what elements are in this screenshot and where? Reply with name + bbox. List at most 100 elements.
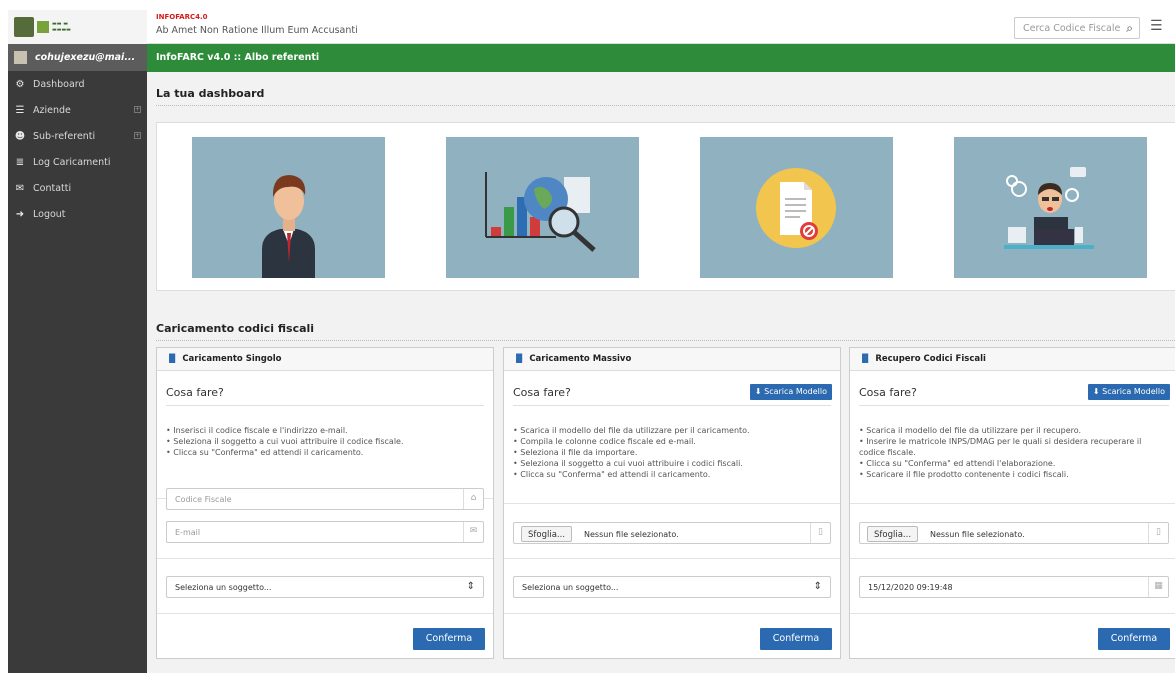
- tile-referente[interactable]: [192, 137, 385, 278]
- sidebar-item-logout[interactable]: ➜ Logout: [8, 201, 147, 227]
- tile-analytics[interactable]: [446, 137, 639, 278]
- download-template-button[interactable]: ⬇ Scarica Modello: [749, 384, 832, 400]
- tile-support[interactable]: [954, 137, 1147, 278]
- instructions-list: Scarica il modello del file da utilizzar…: [513, 425, 831, 480]
- date-value: 15/12/2020 09:19:48: [868, 583, 953, 592]
- file-input[interactable]: Sfoglia... Nessun file selezionato. ▯: [859, 522, 1169, 544]
- app-code: INFOFARC4.0: [156, 13, 208, 21]
- app-logo[interactable]: ▬▬ ▬ ▬▬▬▬: [8, 10, 147, 44]
- sidebar-item-dashboard[interactable]: ⚙ Dashboard: [8, 71, 147, 97]
- email-placeholder: E-mail: [175, 528, 201, 537]
- date-field[interactable]: 15/12/2020 09:19:48 ▦: [859, 576, 1169, 598]
- sidebar: ▬▬ ▬ ▬▬▬▬ cohujexezu@mai... ⚙ Dashboard ☰…: [8, 10, 147, 673]
- analytics-icon: [485, 172, 596, 252]
- file-input[interactable]: Sfoglia... Nessun file selezionato. ▯: [513, 522, 831, 544]
- codice-fiscale-field[interactable]: Codice Fiscale ⌂: [166, 488, 484, 510]
- menu-icon[interactable]: ☰: [1150, 18, 1163, 34]
- card-title: Caricamento Massivo: [529, 354, 632, 364]
- select-arrow-icon: ⇕: [813, 581, 822, 592]
- calendar-icon[interactable]: ▦: [1148, 577, 1168, 597]
- users-icon: ☻: [14, 130, 26, 142]
- card-header: ▐▌ Caricamento Singolo: [157, 348, 493, 371]
- sidebar-item-label: Aziende: [33, 104, 71, 116]
- card-recupero-codici-fiscali: ▐▌ Recupero Codici Fiscali Cosa fare? ⬇ S…: [849, 347, 1175, 659]
- sidebar-item-contatti[interactable]: ✉ Contatti: [8, 175, 147, 201]
- file-icon: ▯: [810, 523, 830, 543]
- card-subtitle: Cosa fare?: [513, 386, 571, 399]
- divider: [156, 105, 1175, 106]
- download-icon: ⬇: [1092, 387, 1103, 396]
- avatar: [14, 51, 27, 64]
- sidebar-item-sub-referenti[interactable]: ☻ Sub-referenti +: [8, 123, 147, 149]
- divider: [859, 405, 1169, 406]
- logo-lettering: ▬▬ ▬ ▬▬▬▬: [52, 21, 71, 33]
- search-icon[interactable]: ⌕: [1126, 21, 1133, 36]
- divider: [850, 558, 1175, 559]
- card-header: ▐▌ Recupero Codici Fiscali: [850, 348, 1175, 371]
- sidebar-item-label: Logout: [33, 208, 66, 220]
- download-template-button[interactable]: ⬇ Scarica Modello: [1087, 384, 1170, 400]
- soggetto-select[interactable]: Seleziona un soggetto... ⇕: [513, 576, 831, 598]
- envelope-icon: ✉: [15, 182, 25, 194]
- list-item: Compila le colonne codice fiscale ed e-m…: [513, 436, 831, 447]
- card-title: Recupero Codici Fiscali: [875, 354, 986, 364]
- user-profile[interactable]: cohujexezu@mai...: [8, 44, 147, 71]
- browse-button[interactable]: Sfoglia...: [521, 526, 573, 542]
- tile-documents[interactable]: [700, 137, 893, 278]
- confirm-button[interactable]: Conferma: [760, 628, 832, 650]
- list-icon: ☰: [15, 104, 25, 116]
- search-placeholder: Cerca Codice Fiscale: [1023, 23, 1121, 34]
- sidebar-item-label: Contatti: [33, 182, 72, 194]
- instructions-list: Inserisci il codice fiscale e l'indirizz…: [166, 425, 484, 458]
- sidebar-item-label: Log Caricamenti: [33, 156, 111, 168]
- list-item: Seleziona il file da importare.: [513, 447, 831, 458]
- list-item: Clicca su "Conferma" ed attendi l'elabor…: [859, 458, 1169, 469]
- divider: [156, 340, 1175, 341]
- divider: [513, 405, 831, 406]
- logout-icon: ➜: [15, 208, 25, 220]
- document-blocked-icon: [756, 168, 836, 248]
- upload-section-title: Caricamento codici fiscali: [156, 322, 315, 335]
- download-template-label: Scarica Modello: [764, 387, 827, 396]
- select-value: Seleziona un soggetto...: [175, 583, 272, 592]
- app-window: ▬▬ ▬ ▬▬▬▬ cohujexezu@mai... ⚙ Dashboard ☰…: [8, 10, 1175, 673]
- sidebar-item-label: Sub-referenti: [33, 130, 96, 142]
- bar-chart-icon: ▐▌: [513, 354, 526, 363]
- sidebar-item-aziende[interactable]: ☰ Aziende +: [8, 97, 147, 123]
- download-template-label: Scarica Modello: [1102, 387, 1165, 396]
- codice-fiscale-placeholder: Codice Fiscale: [175, 495, 232, 504]
- email-field[interactable]: E-mail ✉: [166, 521, 484, 543]
- user-email: cohujexezu@mai...: [35, 52, 136, 63]
- expand-icon[interactable]: +: [134, 132, 141, 139]
- card-subtitle: Cosa fare?: [859, 386, 917, 399]
- file-icon: ▯: [1148, 523, 1168, 543]
- divider: [504, 503, 840, 504]
- home-icon: ⌂: [463, 489, 483, 509]
- confirm-button[interactable]: Conferma: [1098, 628, 1170, 650]
- expand-icon[interactable]: +: [134, 106, 141, 113]
- breadcrumb: InfoFARC v4.0 :: Albo referenti: [147, 44, 1175, 72]
- list-item: Seleziona il soggetto a cui vuoi attribu…: [513, 458, 831, 469]
- divider: [157, 558, 493, 559]
- card-header: ▐▌ Caricamento Massivo: [504, 348, 840, 371]
- card-title: Caricamento Singolo: [182, 354, 282, 364]
- bar-chart-icon: ▐▌: [859, 354, 872, 363]
- confirm-button[interactable]: Conferma: [413, 628, 485, 650]
- search-input[interactable]: Cerca Codice Fiscale ⌕: [1014, 17, 1140, 39]
- envelope-icon: ✉: [463, 522, 483, 542]
- soggetto-select[interactable]: Seleziona un soggetto... ⇕: [166, 576, 484, 598]
- businessman-icon: [262, 175, 315, 278]
- browse-button[interactable]: Sfoglia...: [867, 526, 919, 542]
- bar-chart-icon: ▐▌: [166, 354, 179, 363]
- sidebar-item-label: Dashboard: [33, 78, 85, 90]
- sidebar-item-log-caricamenti[interactable]: ≣ Log Caricamenti: [8, 149, 147, 175]
- list-item: Scaricare il file prodotto contenente i …: [859, 469, 1169, 480]
- divider: [850, 613, 1175, 614]
- database-icon: ≣: [15, 156, 25, 168]
- dashboard-title: La tua dashboard: [156, 87, 265, 100]
- stressed-worker-icon: [1004, 167, 1094, 249]
- list-item: Clicca su "Conferma" ed attendi il caric…: [513, 469, 831, 480]
- card-subtitle: Cosa fare?: [166, 386, 224, 399]
- divider: [850, 503, 1175, 504]
- gears-icon: ⚙: [15, 78, 25, 90]
